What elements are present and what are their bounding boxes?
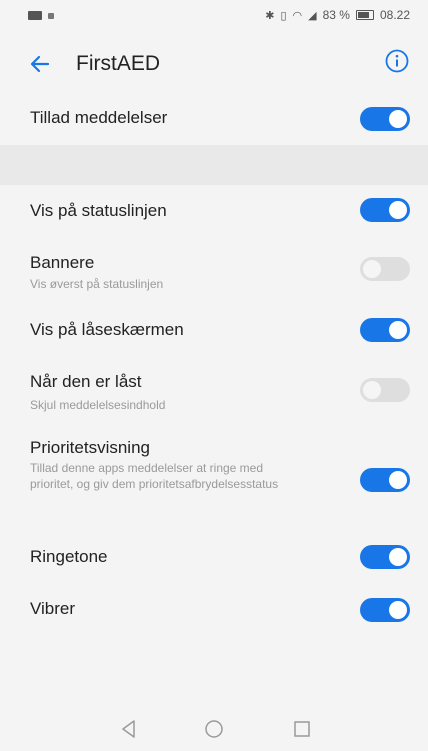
triangle-back-icon (122, 720, 135, 738)
setting-row-ringtone[interactable]: Ringetone (0, 532, 428, 582)
arrow-left-icon (30, 55, 50, 73)
priority-display-toggle[interactable] (360, 468, 410, 492)
setting-row-banners[interactable]: Bannere Vis øverst på statuslinjen (0, 240, 428, 298)
square-recents-icon (294, 721, 310, 737)
battery-percent: 83 % (322, 8, 350, 22)
setting-title: Vis på låseskærmen (30, 320, 184, 339)
setting-subtitle: Vis øverst på statuslinjen (30, 277, 164, 291)
signal-icon: ◢ (308, 9, 317, 22)
vibrate-toggle[interactable] (360, 598, 410, 622)
setting-row-show-statusbar[interactable]: Vis på statuslinjen (0, 185, 428, 237)
setting-row-lockscreen[interactable]: Vis på låseskærmen (0, 306, 428, 354)
setting-title: Ringetone (30, 547, 108, 566)
setting-subtitle: Skjul meddelelsesindhold (30, 398, 166, 412)
setting-row-when-locked[interactable]: Når den er låst Skjul meddelelsesindhold (0, 360, 428, 418)
app-notification-icon (48, 12, 54, 19)
setting-title: Når den er låst (30, 372, 142, 391)
wifi-icon: ◠ (292, 9, 303, 22)
setting-title: Vibrer (30, 599, 76, 618)
battery-icon (355, 10, 374, 20)
when-locked-toggle[interactable] (360, 378, 410, 402)
vibrate-icon: ▯ (280, 9, 287, 22)
setting-row-vibrate[interactable]: Vibrer (0, 582, 428, 640)
section-divider (0, 145, 428, 185)
show-statusbar-toggle[interactable] (360, 198, 410, 222)
notification-icons (28, 11, 54, 20)
circle-home-icon (205, 720, 223, 738)
nav-back-button[interactable] (118, 718, 140, 740)
setting-title: Bannere (30, 253, 95, 272)
allow-notifications-toggle[interactable] (360, 107, 410, 131)
info-circle-icon (385, 49, 409, 73)
navigation-bar (0, 706, 428, 751)
page-title: FirstAED (76, 52, 160, 75)
status-bar: ✱ ▯ ◠ ◢ 83 % 08.22 (0, 0, 428, 32)
nav-home-button[interactable] (203, 718, 225, 740)
status-indicators: ✱ ▯ ◠ ◢ 83 % 08.22 (265, 8, 410, 22)
info-button[interactable] (384, 48, 410, 74)
banners-toggle[interactable] (360, 257, 410, 281)
nav-recents-button[interactable] (291, 718, 313, 740)
setting-subtitle: Tillad denne apps meddelelser at ringe m… (30, 461, 279, 491)
clock: 08.22 (379, 8, 410, 22)
back-button[interactable] (26, 50, 54, 78)
setting-title: Vis på statuslinjen (30, 201, 167, 220)
app-bar: FirstAED (0, 32, 428, 94)
setting-row-allow-notifications[interactable]: Tillad meddelelser (0, 94, 428, 145)
setting-row-priority-display[interactable]: Prioritetsvisning Tillad denne apps medd… (0, 428, 428, 524)
setting-title: Tillad meddelelser (30, 108, 168, 127)
bluetooth-icon: ✱ (265, 9, 275, 22)
lockscreen-toggle[interactable] (360, 318, 410, 342)
gallery-notification-icon (28, 11, 42, 20)
ringtone-toggle[interactable] (360, 545, 410, 569)
setting-title: Prioritetsvisning (30, 438, 150, 457)
